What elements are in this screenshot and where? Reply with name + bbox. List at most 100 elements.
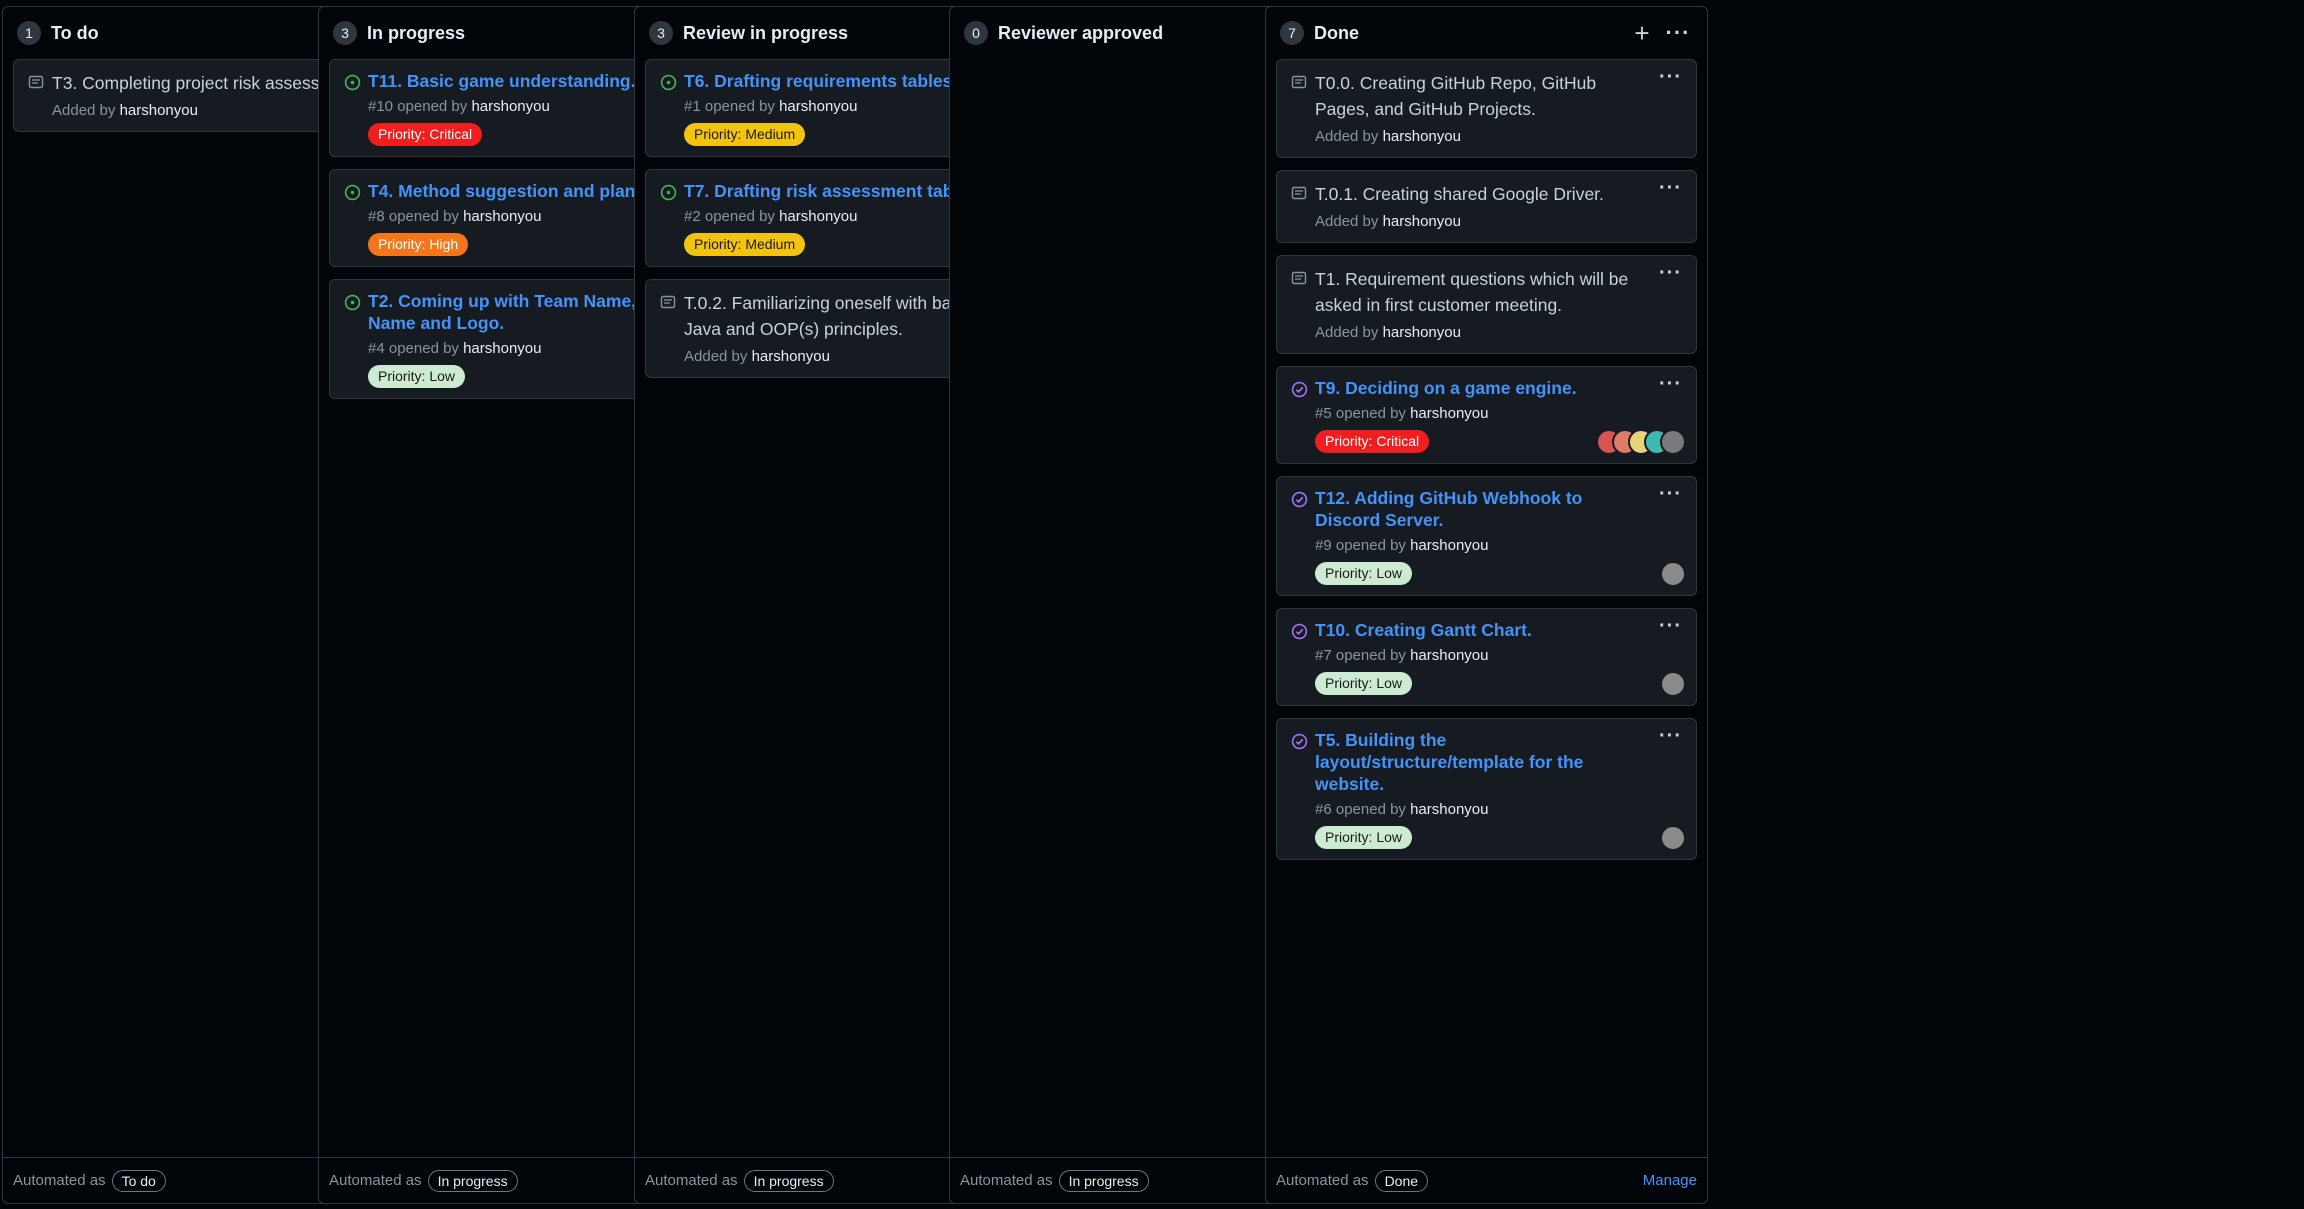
card-menu-icon[interactable]: ··· <box>1659 483 1682 506</box>
automation-badge: To do <box>111 1169 166 1192</box>
column-title: In progress <box>367 22 466 43</box>
card-meta: #6 opened by harshonyou <box>1315 800 1638 820</box>
automation-badge: In progress <box>427 1169 518 1192</box>
priority-label[interactable]: Priority: Low <box>1315 562 1413 585</box>
priority-label[interactable]: Priority: Low <box>368 365 466 388</box>
opened-by-label: opened by <box>1331 405 1411 422</box>
issue-closed-icon <box>1291 377 1315 403</box>
added-by-label: Added by <box>52 102 120 119</box>
card-meta: #5 opened by harshonyou <box>1315 404 1638 424</box>
issue-open-icon <box>344 180 368 206</box>
note-card[interactable]: T.0.1. Creating shared Google Driver. Add… <box>1276 170 1697 243</box>
card-row: T1. Requirement questions which will be … <box>1291 266 1682 343</box>
avatar[interactable] <box>1660 825 1686 851</box>
note-icon <box>28 70 52 96</box>
author-link[interactable]: harshonyou <box>779 208 857 225</box>
column-title: Review in progress <box>683 22 849 43</box>
issue-number: #1 <box>684 98 701 115</box>
priority-label[interactable]: Priority: Critical <box>368 123 483 146</box>
card-body: T.0.1. Creating shared Google Driver. Add… <box>1315 181 1682 232</box>
card-menu-icon[interactable]: ··· <box>1659 66 1682 89</box>
card-row: T5. Building the layout/structure/templa… <box>1291 729 1682 849</box>
issue-number: #2 <box>684 208 701 225</box>
added-by-label: Added by <box>1315 213 1383 230</box>
issue-number: #10 <box>368 98 394 115</box>
assignee-avatars <box>1660 561 1686 587</box>
author-link[interactable]: harshonyou <box>463 340 541 357</box>
author-link[interactable]: harshonyou <box>471 98 549 115</box>
priority-label[interactable]: Priority: Low <box>1315 672 1413 695</box>
avatar[interactable] <box>1660 429 1686 455</box>
avatar[interactable] <box>1660 671 1686 697</box>
card-menu-icon[interactable]: ··· <box>1659 725 1682 748</box>
column-count-badge: 3 <box>649 21 673 45</box>
author-link[interactable]: harshonyou <box>1383 128 1461 145</box>
author-link[interactable]: harshonyou <box>752 348 830 365</box>
note-icon <box>1291 181 1315 207</box>
issue-number: #5 <box>1315 405 1332 422</box>
opened-by-label: opened by <box>384 208 464 225</box>
column-title: To do <box>51 22 99 43</box>
column-header: 7 Done + ··· <box>1266 7 1707 59</box>
assignee-avatars <box>1660 671 1686 697</box>
author-link[interactable]: harshonyou <box>1410 647 1488 664</box>
added-by-label: Added by <box>1315 324 1383 341</box>
issue-title-link[interactable]: T9. Deciding on a game engine. <box>1315 377 1638 399</box>
automated-as-label: Automated as <box>960 1172 1053 1189</box>
author-link[interactable]: harshonyou <box>463 208 541 225</box>
priority-label[interactable]: Priority: Medium <box>684 123 806 146</box>
author-link[interactable]: harshonyou <box>779 98 857 115</box>
issue-card[interactable]: T5. Building the layout/structure/templa… <box>1276 718 1697 860</box>
note-card[interactable]: T0.0. Creating GitHub Repo, GitHub Pages… <box>1276 59 1697 158</box>
author-link[interactable]: harshonyou <box>1383 324 1461 341</box>
column-title: Reviewer approved <box>998 22 1164 43</box>
card-body: T5. Building the layout/structure/templa… <box>1315 729 1682 849</box>
card-title: T.0.1. Creating shared Google Driver. <box>1315 184 1604 204</box>
issue-title-link[interactable]: T12. Adding GitHub Webhook to Discord Se… <box>1315 487 1638 531</box>
author-link[interactable]: harshonyou <box>1383 213 1461 230</box>
column-menu-icon[interactable]: ··· <box>1663 18 1693 48</box>
issue-number: #4 <box>368 340 385 357</box>
note-icon <box>660 290 684 316</box>
column-count-badge: 1 <box>17 21 41 45</box>
card-row: T12. Adding GitHub Webhook to Discord Se… <box>1291 487 1682 585</box>
column-done: 7 Done + ··· T0.0. Creating GitHub Repo, Git… <box>1265 6 1708 1204</box>
card-menu-icon[interactable]: ··· <box>1659 373 1682 396</box>
add-card-icon[interactable]: + <box>1627 18 1657 48</box>
card-meta: #9 opened by harshonyou <box>1315 536 1638 556</box>
automated-as-label: Automated as <box>645 1172 738 1189</box>
manage-link[interactable]: Manage <box>1643 1172 1697 1189</box>
avatar[interactable] <box>1660 561 1686 587</box>
issue-card[interactable]: T10. Creating Gantt Chart. #7 opened by h… <box>1276 608 1697 706</box>
priority-label[interactable]: Priority: Low <box>1315 826 1413 849</box>
priority-label[interactable]: Priority: Critical <box>1315 430 1430 453</box>
opened-by-label: opened by <box>1331 537 1411 554</box>
author-link[interactable]: harshonyou <box>1410 801 1488 818</box>
opened-by-label: opened by <box>700 98 780 115</box>
priority-label[interactable]: Priority: Medium <box>684 233 806 256</box>
author-link[interactable]: harshonyou <box>1410 537 1488 554</box>
issue-card[interactable]: T12. Adding GitHub Webhook to Discord Se… <box>1276 476 1697 596</box>
card-menu-icon[interactable]: ··· <box>1659 615 1682 638</box>
issue-title-link[interactable]: T5. Building the layout/structure/templa… <box>1315 729 1638 795</box>
automated-as-label: Automated as <box>1276 1172 1369 1189</box>
issue-open-icon <box>660 180 684 206</box>
added-by-label: Added by <box>684 348 752 365</box>
issue-title-link[interactable]: T10. Creating Gantt Chart. <box>1315 619 1638 641</box>
author-link[interactable]: harshonyou <box>120 102 198 119</box>
automation-badge: In progress <box>743 1169 834 1192</box>
author-link[interactable]: harshonyou <box>1410 405 1488 422</box>
card-menu-icon[interactable]: ··· <box>1659 177 1682 200</box>
card-menu-icon[interactable]: ··· <box>1659 262 1682 285</box>
priority-label[interactable]: Priority: High <box>368 233 469 256</box>
column-title: Done <box>1314 22 1359 43</box>
note-card[interactable]: T1. Requirement questions which will be … <box>1276 255 1697 354</box>
issue-number: #6 <box>1315 801 1332 818</box>
issue-number: #8 <box>368 208 385 225</box>
automation-badge: Done <box>1374 1169 1429 1192</box>
card-row: T.0.1. Creating shared Google Driver. Add… <box>1291 181 1682 232</box>
issue-card[interactable]: T9. Deciding on a game engine. #5 opened … <box>1276 366 1697 464</box>
automated-as-label: Automated as <box>13 1172 106 1189</box>
assignee-avatars <box>1596 429 1686 455</box>
issue-open-icon <box>660 70 684 96</box>
